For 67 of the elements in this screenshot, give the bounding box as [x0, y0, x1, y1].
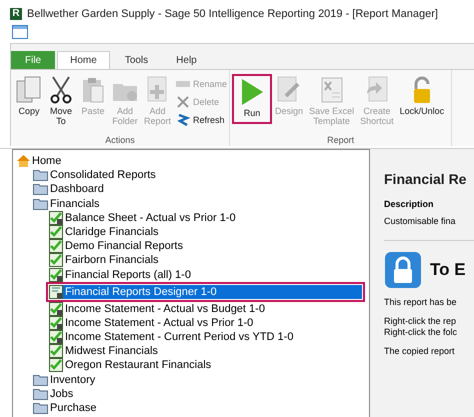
ribbon-button[interactable]: Refresh: [176, 112, 228, 127]
report-icon: [49, 358, 63, 372]
tree-item[interactable]: Dashboard: [33, 182, 104, 196]
folder-icon: [33, 183, 48, 196]
group-label: Actions: [104, 135, 136, 146]
ribbon-tab[interactable]: Home: [57, 51, 110, 69]
tree-item[interactable]: Income Statement - Actual vs Prior 1-0: [49, 316, 254, 330]
report-icon: [49, 302, 63, 316]
padlock-icon: [384, 251, 422, 289]
notice-paragraph: This report has be: [384, 297, 458, 308]
refresh-icon: [176, 112, 190, 126]
group-label: Report: [326, 135, 356, 146]
folder-icon: [33, 198, 48, 210]
pages-icon: [16, 76, 42, 104]
text-field-icon: [176, 78, 190, 88]
house-icon: [17, 155, 30, 167]
tree-item[interactable]: Claridge Financials: [49, 224, 159, 239]
folder-icon: [33, 402, 48, 414]
ribbon-button[interactable]: Run: [232, 74, 272, 124]
tree-item[interactable]: Demo Financial Reports: [49, 239, 183, 254]
report-icon: [49, 239, 63, 254]
tree-item[interactable]: Financials: [33, 196, 100, 211]
tree-item[interactable]: Financial Reports (all) 1-0: [49, 268, 191, 282]
report-icon: [49, 344, 63, 358]
notice-paragraph: The copied report: [384, 346, 456, 357]
tree-item[interactable]: Fairborn Financials: [49, 253, 159, 268]
tree-item[interactable]: Home: [17, 154, 62, 168]
tree-item[interactable]: Income Statement - Actual vs Budget 1-0: [49, 302, 265, 316]
report-icon: [49, 224, 63, 239]
tree-item[interactable]: Income Statement - Current Period vs YTD 1-0: [49, 330, 294, 344]
scissors-icon: [48, 76, 74, 104]
description-heading: Description: [384, 199, 435, 209]
folder-icon: [33, 169, 48, 182]
report-icon: [49, 210, 63, 225]
tree-item[interactable]: Oregon Restaurant Financials: [49, 358, 212, 372]
clipboard-icon: [80, 76, 106, 104]
window-icon[interactable]: [12, 25, 28, 39]
report-icon: [49, 253, 63, 268]
tree-item[interactable]: Balance Sheet - Actual vs Prior 1-0: [49, 210, 236, 225]
report-icon: [49, 316, 63, 330]
report-icon: [49, 330, 63, 344]
ribbon-button[interactable]: Copy: [13, 74, 45, 118]
tree-item[interactable]: Jobs: [33, 386, 74, 401]
play-icon: [239, 78, 266, 106]
ribbon-button[interactable]: Move To: [45, 74, 77, 128]
folder-icon: [33, 374, 48, 386]
notice-paragraph: Right-click the rep Right-click the folc: [384, 316, 458, 338]
folder-icon: [33, 388, 48, 400]
report-icon: [49, 268, 63, 282]
tree-item[interactable]: Midwest Financials: [49, 344, 158, 358]
ribbon-button[interactable]: Lock/Unloc: [396, 74, 448, 118]
description-text: Customisable fina: [384, 216, 457, 226]
spreadsheet-icon: [318, 76, 345, 104]
pencil-document-icon: [276, 76, 302, 104]
ribbon-tab[interactable]: Tools: [112, 51, 162, 69]
cross-icon: [176, 96, 190, 108]
ribbon-tab[interactable]: Help: [163, 51, 210, 69]
report-icon: [49, 284, 63, 299]
report-title: Financial Re: [384, 171, 468, 187]
ribbon-tab[interactable]: File: [11, 51, 56, 69]
tree-item[interactable]: Purchase: [33, 401, 96, 415]
app-logo: R: [10, 8, 22, 20]
tree-item[interactable]: Financial Reports Designer 1-0: [46, 282, 365, 302]
tree-item[interactable]: Consolidated Reports: [33, 168, 156, 182]
notice-title: To E: [430, 260, 466, 280]
tree-item[interactable]: Inventory: [33, 372, 96, 387]
window-title: Bellwether Garden Supply - Sage 50 Intelligence Reporting 2019 - [Report Manager]: [27, 8, 438, 20]
